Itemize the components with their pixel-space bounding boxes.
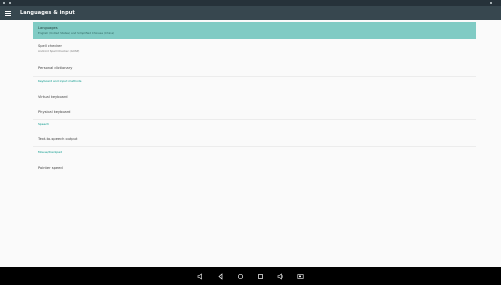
item-summary: Android Spell Checker (AOSP) [38,49,80,53]
languages-item[interactable]: Languages English (United States) and Si… [33,22,476,39]
item-title: Languages [38,26,58,30]
pointer-speed-item[interactable]: Pointer speed [33,162,476,173]
screenshot-icon[interactable] [294,269,308,283]
page-title: Languages & input [20,10,75,16]
app-bar: Languages & input [0,6,501,20]
back-icon[interactable] [214,269,228,283]
settings-list: Languages English (United States) and Si… [0,20,501,267]
recents-icon[interactable] [254,269,268,283]
item-title: Text-to-speech output [38,136,78,141]
item-title: Virtual keyboard [38,94,68,99]
item-title: Personal dictionary [38,65,73,70]
section-divider [33,146,476,147]
notification-dot [9,2,11,4]
status-indicator [490,2,492,4]
physical-keyboard-item[interactable]: Physical keyboard [33,106,476,117]
personal-dictionary-item[interactable]: Personal dictionary [33,62,476,73]
navigation-bar [0,267,501,285]
section-header-mouse: Mouse/trackpad [38,150,63,154]
virtual-keyboard-item[interactable]: Virtual keyboard [33,91,476,102]
notification-dot [3,2,5,4]
section-header-keyboard: Keyboard and input methods [38,79,82,83]
item-title: Physical keyboard [38,109,71,114]
home-icon[interactable] [234,269,248,283]
section-divider [33,76,476,77]
text-to-speech-item[interactable]: Text-to-speech output [33,133,476,144]
section-divider [33,119,476,120]
item-title: Pointer speed [38,165,63,170]
volume-up-icon[interactable] [274,269,288,283]
section-header-speech: Speech [38,122,50,126]
item-summary: English (United States) and Simplified C… [38,31,115,35]
spell-checker-item[interactable]: Spell checker Android Spell Checker (AOS… [33,41,476,56]
item-title: Spell checker [38,44,62,48]
hamburger-menu-icon[interactable] [0,6,16,20]
volume-down-icon[interactable] [194,269,208,283]
